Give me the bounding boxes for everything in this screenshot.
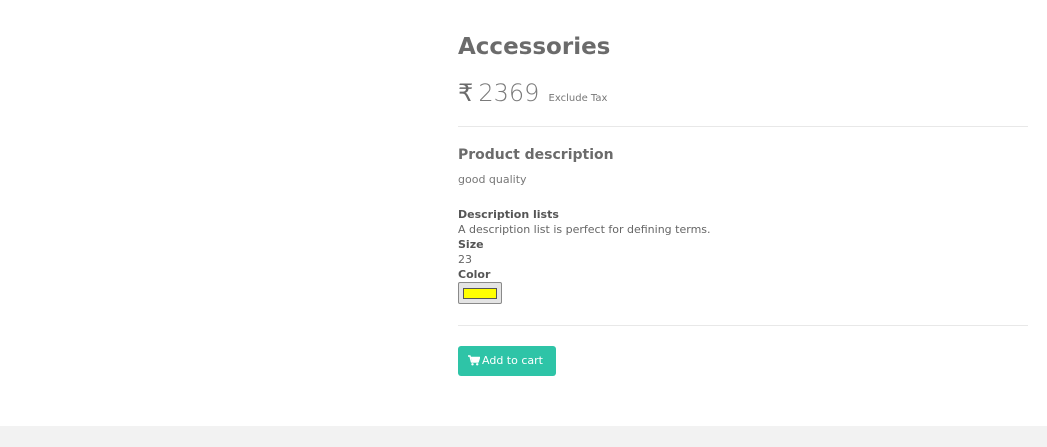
description-list-title: Description lists — [458, 208, 559, 221]
footer — [0, 426, 1047, 447]
tax-note: Exclude Tax — [548, 93, 608, 104]
add-to-cart-button[interactable]: Add to cart — [458, 346, 556, 376]
color-swatch-button[interactable] — [458, 282, 502, 304]
price-row: ₹ 2369 Exclude Tax — [458, 78, 607, 114]
description-list-text: A description list is perfect for defini… — [458, 223, 711, 236]
product-title: Accessories — [458, 34, 611, 60]
divider — [458, 325, 1028, 326]
description-text: good quality — [458, 173, 527, 186]
add-to-cart-label: Add to cart — [482, 353, 543, 367]
size-label: Size — [458, 238, 484, 251]
color-label: Color — [458, 268, 491, 281]
color-swatch — [463, 288, 497, 299]
description-heading: Product description — [458, 147, 614, 163]
product-price: 2369 — [478, 79, 540, 107]
description-list: Description lists A description list is … — [458, 207, 711, 282]
divider — [458, 126, 1028, 127]
size-value: 23 — [458, 253, 472, 266]
rupee-icon: ₹ — [458, 79, 474, 107]
shopping-cart-icon — [468, 354, 481, 369]
